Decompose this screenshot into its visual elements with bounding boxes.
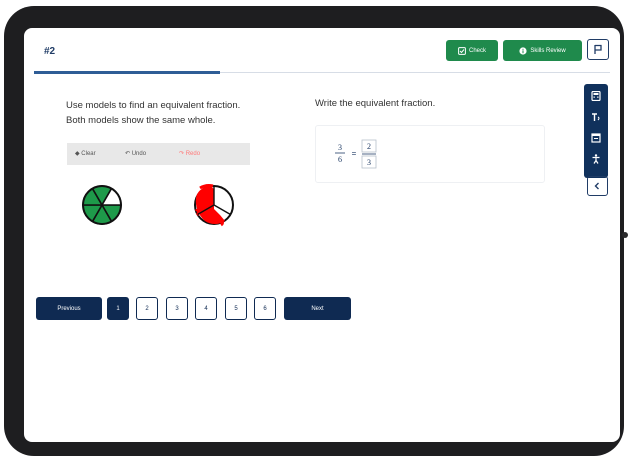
text-to-speech-icon[interactable] <box>591 112 601 122</box>
skills-review-label: Skills Review <box>530 47 566 54</box>
answer-instructions: Write the equivalent fraction. <box>315 98 436 109</box>
instruction-line-1: Use models to find an equivalent fractio… <box>66 100 241 111</box>
answer-numerator-value: 2 <box>367 142 371 151</box>
model-instructions: Use models to find an equivalent fractio… <box>66 98 306 128</box>
chevron-left-icon <box>594 182 599 190</box>
check-icon <box>458 46 466 55</box>
flag-icon <box>594 44 602 54</box>
page-button-2[interactable]: 2 <box>136 297 158 320</box>
eraser-icon: ◆ <box>75 151 80 157</box>
question-number: #2 <box>44 46 56 57</box>
undo-icon: ↶ <box>125 151 131 157</box>
clear-label: Clear <box>81 151 96 157</box>
fraction-equation: 3 6 = 2 3 <box>335 139 377 169</box>
flag-button[interactable] <box>587 39 609 60</box>
next-button[interactable]: Next <box>284 297 351 320</box>
redo-icon: ↷ <box>179 151 185 157</box>
skills-review-button[interactable]: Skills Review <box>503 40 582 61</box>
info-icon <box>519 46 527 55</box>
progress-indicator <box>34 71 220 74</box>
page-button-4[interactable]: 4 <box>195 297 217 320</box>
check-button[interactable]: Check <box>446 40 498 61</box>
collapse-tools-button[interactable] <box>587 176 608 196</box>
page-button-5[interactable]: 5 <box>225 297 247 320</box>
fraction-numerator: 3 <box>338 143 342 152</box>
answer-area: 3 6 = 2 3 <box>315 125 545 183</box>
drawing-toolbar: ◆ Clear ↶ Undo ↷ Redo <box>67 143 250 165</box>
page-button-3[interactable]: 3 <box>166 297 188 320</box>
thirds-model[interactable] <box>194 183 234 227</box>
sixths-model[interactable] <box>82 185 122 225</box>
tablet-camera <box>622 232 628 238</box>
clear-button[interactable]: ◆ Clear <box>75 150 96 157</box>
accessibility-icon[interactable] <box>591 154 601 164</box>
previous-button[interactable]: Previous <box>36 297 102 320</box>
undo-label: Undo <box>131 151 147 157</box>
app-screen: #2 Check Skills Review Use models to fin… <box>24 28 620 442</box>
check-button-label: Check <box>468 47 486 54</box>
fraction-models[interactable] <box>67 165 250 245</box>
page-button-6[interactable]: 6 <box>254 297 276 320</box>
instruction-line-2: Both models show the same whole. <box>66 115 216 126</box>
redo-button[interactable]: ↷ Redo <box>179 150 200 157</box>
tools-panel <box>584 84 608 178</box>
notepad-icon[interactable] <box>591 133 601 143</box>
equals-sign: = <box>352 149 357 158</box>
calculator-icon[interactable] <box>591 91 601 101</box>
undo-button[interactable]: ↶ Undo <box>125 150 146 157</box>
redo-label: Redo <box>185 151 201 157</box>
page-button-1[interactable]: 1 <box>107 297 129 320</box>
answer-denominator-value: 3 <box>367 158 371 167</box>
fraction-denominator: 6 <box>338 155 342 164</box>
